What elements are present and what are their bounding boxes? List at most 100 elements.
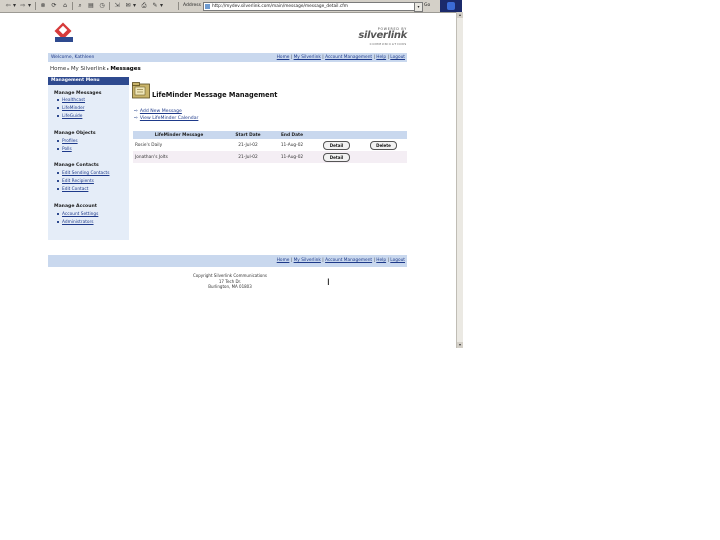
windows-logo-icon (440, 0, 462, 12)
address-url: http://mydev.silverlink.com/main/message… (212, 4, 348, 9)
table-header-row: LifeMinder Message Start Date End Date (133, 131, 407, 139)
bullet-icon (57, 212, 59, 215)
brand-subtitle: COMMUNICATIONS (369, 42, 407, 46)
bullet-icon (57, 171, 59, 174)
copyright-city: Burlington, MA 01803 (208, 284, 252, 289)
sidebar-item-healthcast[interactable]: Healthcast (57, 98, 85, 103)
bottom-nav-bar: Home | My Silverlink | Account Managemen… (48, 255, 407, 267)
sidebar-item-lifeguide[interactable]: LifeGuide (57, 114, 82, 119)
footer-account-link[interactable]: Account Management (325, 258, 372, 263)
detail-button[interactable]: Detail (323, 140, 350, 150)
channels-icon[interactable]: ⇲ (113, 2, 121, 10)
scroll-up-icon[interactable]: ▴ (457, 12, 463, 18)
sidebar-heading-messages: Manage Messages (54, 91, 102, 96)
folder-icon (132, 82, 150, 99)
column-header-message: LifeMinder Message (133, 131, 225, 139)
toolbar-divider (35, 2, 36, 10)
column-header-end: End Date (271, 131, 313, 139)
footer-help-link[interactable]: Help (376, 258, 386, 263)
text-cursor-icon: I (327, 278, 330, 288)
welcome-text: Welcome, Kathleen (51, 55, 95, 60)
sidebar-item-sending-contacts[interactable]: Edit Sending Contacts (57, 171, 109, 176)
detail-button[interactable]: Detail (323, 152, 350, 162)
back-dropdown-icon[interactable]: ▾ (12, 2, 17, 10)
sidebar-item-recipients[interactable]: Edit Recipients (57, 179, 94, 184)
sidebar-item-polls[interactable]: Polls (57, 147, 72, 152)
footer-home-link[interactable]: Home (277, 258, 290, 263)
brand-logo-text: silverlink (358, 30, 407, 41)
sidebar-item-account-settings[interactable]: Account Settings (57, 212, 98, 217)
scroll-down-icon[interactable]: ▾ (457, 342, 463, 348)
favorites-icon[interactable]: ▤ (87, 2, 95, 10)
sidebar-title: Management Menu (48, 77, 129, 85)
breadcrumb: Home ▸ My Silverlink ▸ Messages (50, 66, 141, 72)
mail-icon[interactable]: ✉ (124, 2, 132, 10)
detail-cell: Detail (313, 151, 360, 163)
view-calendar-link[interactable]: ⇨ View LifeMinder Calendar (134, 116, 198, 121)
column-header-start: Start Date (225, 131, 271, 139)
nav-mysilverlink-link[interactable]: My Silverlink (294, 55, 321, 60)
delete-cell: Delete (360, 139, 407, 151)
breadcrumb-mysilverlink[interactable]: My Silverlink (71, 66, 106, 72)
sidebar-heading-account: Manage Account (54, 204, 97, 209)
edit-dropdown-icon[interactable]: ▾ (159, 2, 164, 10)
nav-home-link[interactable]: Home (277, 55, 290, 60)
delete-button[interactable]: Delete (370, 140, 397, 150)
browser-toolbar: ⇦ ▾ ⇨ ▾ ⊗ ⟳ ⌂ ⌕ ▤ ◷ ⇲ ✉ ▾ ⎙ ✎ ▾ Address … (0, 0, 462, 13)
forward-icon[interactable]: ⇨ (19, 2, 27, 10)
message-name: Jonathan's Jolts (133, 151, 225, 163)
detail-cell: Detail (313, 139, 360, 151)
sidebar-item-lifeminder[interactable]: LifeMinder (57, 106, 85, 111)
nav-account-link[interactable]: Account Management (325, 55, 372, 60)
sidebar-item-contact[interactable]: Edit Contact (57, 187, 88, 192)
address-dropdown-icon[interactable]: ▾ (414, 2, 423, 12)
page-title: LifeMinder Message Management (152, 91, 278, 99)
sidebar-item-profiles[interactable]: Profiles (57, 139, 78, 144)
bottom-nav-links: Home | My Silverlink | Account Managemen… (276, 258, 405, 263)
message-table: LifeMinder Message Start Date End Date R… (133, 131, 407, 163)
end-date: 11-Aug-02 (280, 142, 304, 148)
silverlink-logo (54, 22, 73, 42)
arrow-icon: ⇨ (134, 109, 138, 114)
sidebar-item-administrators[interactable]: Administrators (57, 220, 94, 225)
arrow-icon: ⇨ (134, 116, 138, 121)
table-row: Rosie's Daily 21-Jul-02 11-Aug-02 Detail… (133, 139, 407, 151)
top-nav-bar: Welcome, Kathleen Home | My Silverlink |… (48, 53, 407, 62)
bullet-icon (57, 220, 59, 223)
address-label: Address (183, 3, 201, 8)
nav-help-link[interactable]: Help (376, 55, 386, 60)
breadcrumb-home[interactable]: Home (50, 66, 66, 72)
management-sidebar: Management Menu Manage Messages Healthca… (48, 77, 129, 240)
history-icon[interactable]: ◷ (98, 2, 106, 10)
breadcrumb-current: Messages (110, 66, 141, 72)
message-name: Rosie's Daily (135, 142, 163, 148)
bullet-icon (57, 114, 59, 117)
nav-logout-link[interactable]: Logout (390, 55, 405, 60)
back-icon[interactable]: ⇦ (4, 2, 12, 10)
bullet-icon (57, 179, 59, 182)
toolbar-divider (72, 2, 73, 10)
forward-dropdown-icon[interactable]: ▾ (27, 2, 32, 10)
home-icon[interactable]: ⌂ (61, 2, 69, 10)
mail-dropdown-icon[interactable]: ▾ (132, 2, 137, 10)
print-icon[interactable]: ⎙ (140, 2, 148, 10)
bullet-icon (57, 139, 59, 142)
footer-mysilverlink-link[interactable]: My Silverlink (294, 258, 321, 263)
table-row: Jonathan's Jolts 21-Jul-02 11-Aug-02 Det… (133, 151, 407, 163)
address-bar[interactable]: http://mydev.silverlink.com/main/message… (203, 2, 415, 11)
bullet-icon (57, 106, 59, 109)
sidebar-heading-objects: Manage Objects (54, 131, 96, 136)
edit-icon[interactable]: ✎ (151, 2, 159, 10)
vertical-scrollbar[interactable]: ▴ ▾ (456, 12, 463, 348)
bullet-icon (57, 187, 59, 190)
footer-logout-link[interactable]: Logout (390, 258, 405, 263)
page-icon (205, 4, 210, 9)
stop-icon[interactable]: ⊗ (39, 2, 47, 10)
start-date: 21-Jul-02 (225, 151, 271, 163)
add-message-link[interactable]: ⇨ Add New Message (134, 109, 182, 114)
column-header-blank (313, 131, 360, 139)
bullet-icon (57, 98, 59, 101)
refresh-icon[interactable]: ⟳ (50, 2, 58, 10)
go-button[interactable]: Go (424, 2, 436, 10)
search-icon[interactable]: ⌕ (76, 2, 84, 10)
